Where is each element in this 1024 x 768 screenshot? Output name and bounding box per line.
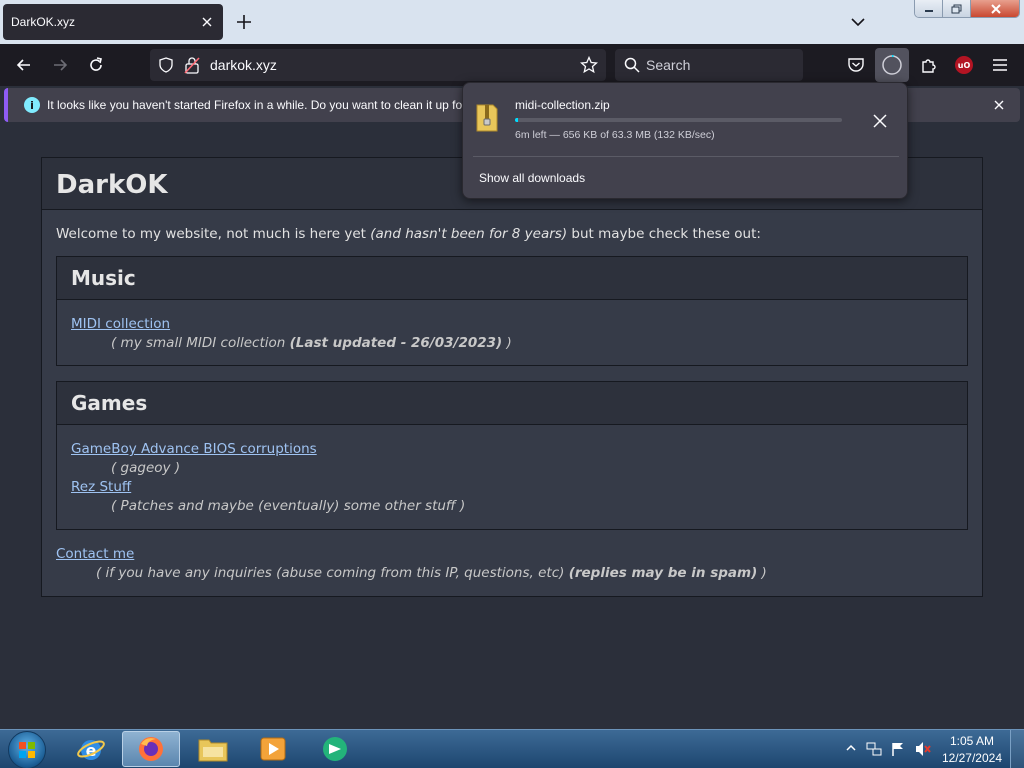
speaker-muted-icon[interactable]	[914, 741, 932, 757]
entry-description: ( my small MIDI collection (Last updated…	[111, 335, 512, 351]
desc-bold: (Last updated - 26/03/2023)	[289, 335, 503, 351]
minimize-button[interactable]	[915, 0, 943, 17]
cancel-download-button[interactable]	[869, 110, 891, 132]
reload-icon	[90, 57, 102, 71]
entry-description: ( gageoy )	[111, 460, 181, 476]
firefox-icon	[139, 737, 163, 761]
pocket-button[interactable]	[845, 54, 867, 76]
close-icon	[991, 4, 1001, 14]
desc-bold: (replies may be in spam)	[568, 565, 758, 581]
restore-button[interactable]	[943, 0, 971, 17]
forward-arrow-icon	[54, 59, 68, 71]
section-title: Games	[71, 391, 148, 415]
navigation-toolbar: darkok.xyz Search uO	[0, 44, 1024, 86]
insecure-lock-icon[interactable]	[184, 56, 200, 74]
download-progress-bar	[515, 118, 842, 122]
bookmark-star-icon[interactable]	[580, 56, 598, 74]
rez-stuff-link[interactable]: Rez Stuff	[71, 479, 131, 495]
windows-logo-icon	[19, 742, 35, 758]
desc-end: )	[502, 335, 512, 351]
taskbar-internet-explorer[interactable]: e	[62, 731, 120, 767]
clock[interactable]: 1:05 AM 12/27/2024	[942, 733, 1002, 767]
clock-date: 12/27/2024	[941, 751, 1002, 765]
close-icon	[873, 114, 887, 128]
chevron-down-icon[interactable]	[848, 12, 868, 32]
back-button[interactable]	[13, 54, 35, 76]
system-tray: 1:05 AM 12/27/2024	[840, 730, 1024, 768]
restore-icon	[951, 4, 961, 14]
clock-time: 1:05 AM	[949, 734, 994, 748]
tab-darkok[interactable]: DarkOK.xyz	[3, 4, 223, 40]
new-tab-icon[interactable]	[234, 12, 254, 32]
desc-end: )	[757, 565, 767, 581]
close-tab-icon[interactable]	[199, 14, 215, 30]
close-window-button[interactable]	[971, 0, 1019, 17]
music-section-header: Music	[57, 257, 967, 300]
download-progress-fill	[515, 118, 519, 122]
gba-bios-corruptions-link[interactable]: GameBoy Advance BIOS corruptions	[71, 441, 317, 457]
menu-button[interactable]	[989, 54, 1011, 76]
taskbar-firefox[interactable]	[122, 731, 180, 767]
puzzle-icon	[922, 59, 936, 73]
internet-explorer-icon: e	[77, 740, 105, 760]
url-text[interactable]: darkok.xyz	[210, 57, 277, 73]
start-button[interactable]	[8, 731, 46, 768]
search-icon	[624, 57, 640, 73]
network-icon[interactable]	[866, 741, 882, 757]
search-placeholder: Search	[646, 57, 691, 73]
page-title: DarkOK	[56, 170, 168, 200]
intro-text: Welcome to my website, not much is here …	[56, 226, 761, 242]
desc-text: ( if you have any inquiries (abuse comin…	[96, 565, 569, 581]
entry-description: ( Patches and maybe (eventually) some ot…	[111, 498, 466, 514]
download-file-name[interactable]: midi-collection.zip	[515, 98, 610, 112]
divider	[473, 156, 899, 157]
window-controls	[914, 0, 1020, 18]
music-section: Music MIDI collection ( my small MIDI co…	[56, 256, 968, 366]
shield-icon[interactable]	[158, 57, 174, 73]
show-all-downloads-button[interactable]: Show all downloads	[479, 171, 585, 185]
zip-file-icon	[476, 104, 498, 132]
taskbar-media-player[interactable]	[244, 731, 302, 767]
chat-bubble-icon	[323, 737, 347, 761]
intro-prefix: Welcome to my website, not much is here …	[56, 226, 371, 242]
page-viewport: DarkOK Welcome to my website, not much i…	[0, 124, 1024, 729]
tab-strip: DarkOK.xyz	[0, 0, 1024, 44]
taskbar-app[interactable]	[306, 731, 364, 767]
section-title: Music	[71, 266, 136, 290]
reload-button[interactable]	[85, 54, 107, 76]
ublock-origin-icon[interactable]: uO	[955, 56, 973, 74]
midi-collection-link[interactable]: MIDI collection	[71, 316, 170, 332]
desc-text: ( my small MIDI collection	[111, 335, 290, 351]
info-icon: i	[24, 97, 40, 113]
show-desktop-button[interactable]	[1010, 730, 1024, 768]
downloads-button[interactable]	[875, 48, 909, 82]
downloads-panel: midi-collection.zip 6m left — 656 KB of …	[462, 82, 908, 199]
intro-italic: (and hasn't been for 8 years)	[370, 226, 568, 242]
search-bar[interactable]: Search	[615, 49, 803, 81]
url-bar[interactable]: darkok.xyz	[150, 49, 606, 81]
intro-suffix: but maybe check these out:	[567, 226, 761, 242]
close-notification-icon[interactable]	[992, 98, 1006, 112]
download-status: 6m left — 656 KB of 63.3 MB (132 KB/sec)	[515, 129, 715, 141]
notification-text: It looks like you haven't started Firefo…	[47, 98, 467, 112]
games-section-header: Games	[57, 382, 967, 425]
download-progress-icon	[882, 54, 902, 75]
minimize-icon	[924, 10, 933, 12]
chevron-up-icon[interactable]	[846, 743, 856, 753]
folder-icon	[198, 739, 228, 762]
hamburger-menu-icon	[993, 59, 1007, 71]
contact-me-link[interactable]: Contact me	[56, 546, 134, 562]
taskbar-file-explorer[interactable]	[184, 731, 242, 767]
forward-button[interactable]	[49, 54, 71, 76]
contact-description: ( if you have any inquiries (abuse comin…	[96, 565, 767, 581]
back-arrow-icon	[16, 59, 30, 71]
tab-title: DarkOK.xyz	[11, 15, 76, 29]
games-section: Games GameBoy Advance BIOS corruptions (…	[56, 381, 968, 530]
flag-icon[interactable]	[890, 741, 906, 757]
site-container: DarkOK Welcome to my website, not much i…	[41, 157, 983, 597]
windows-taskbar: e 1:05 AM 12/27/2024	[0, 729, 1024, 768]
pocket-icon	[848, 58, 864, 72]
media-player-icon	[260, 737, 286, 761]
extensions-button[interactable]	[918, 54, 940, 76]
